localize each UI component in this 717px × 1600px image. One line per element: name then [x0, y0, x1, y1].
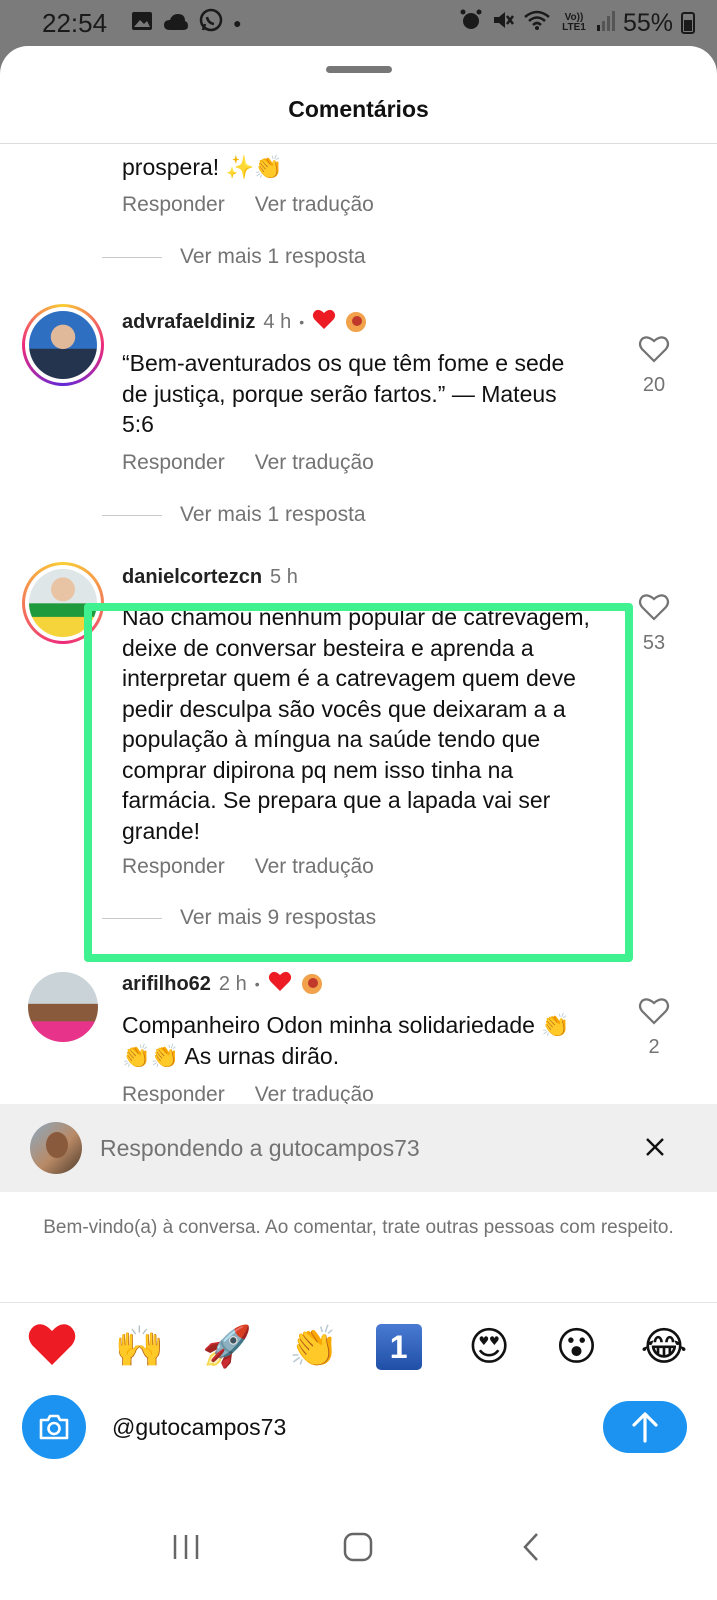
system-nav-bar — [0, 1494, 717, 1600]
battery-percent: 55% — [622, 8, 673, 37]
translate-button[interactable]: Ver tradução — [255, 855, 374, 879]
comment-text: “Bem-aventurados os que têm fome e sede … — [122, 350, 565, 437]
signal-icon — [596, 9, 615, 38]
separator-dot: • — [254, 976, 260, 992]
like-count: 2 — [648, 1036, 660, 1058]
like-count: 20 — [642, 374, 666, 396]
reply-target-avatar — [30, 1122, 82, 1174]
reply-button[interactable]: Responder — [122, 193, 225, 217]
replying-to-bar: Respondendo a gutocampos73 — [0, 1104, 717, 1192]
translate-button[interactable]: Ver tradução — [255, 193, 374, 217]
recent-apps-icon[interactable] — [156, 1517, 216, 1577]
comment-header: danielcortezcn 5 h — [122, 566, 298, 589]
close-icon[interactable] — [645, 1131, 665, 1165]
like-count: 53 — [642, 632, 666, 654]
more-replies-button[interactable]: Ver mais 9 respostas — [102, 906, 376, 930]
home-icon[interactable] — [328, 1517, 388, 1577]
comment-time: 5 h — [270, 566, 298, 588]
network-label: Vo)) LTE1 — [562, 12, 586, 33]
reply-button[interactable]: Responder — [122, 451, 225, 475]
replies-line — [102, 256, 162, 258]
creator-mini-avatar — [299, 972, 324, 996]
comment-header: arifilho62 2 h • — [122, 970, 324, 998]
like-column: 2 — [629, 996, 679, 1059]
like-heart-icon[interactable] — [638, 996, 670, 1026]
emoji-quick-bar: 🙌 🚀 👏 1 😍 😮 😂 — [26, 1321, 690, 1373]
divider — [0, 1302, 717, 1303]
wifi-icon — [523, 9, 551, 38]
comment-actions: Responder Ver tradução — [122, 855, 374, 879]
gallery-icon — [131, 9, 153, 38]
more-replies-label: Ver mais 1 resposta — [180, 503, 366, 526]
comment-composer — [0, 1392, 717, 1462]
comments-list[interactable]: prospera! ✨👏 Responder Ver tradução Ver … — [0, 144, 717, 1156]
comment-text: prospera! ✨👏 — [122, 154, 283, 180]
avatar[interactable] — [22, 562, 104, 644]
drag-handle[interactable] — [326, 66, 392, 73]
like-column: 53 — [629, 592, 679, 655]
emoji-rocket[interactable]: 🚀 — [201, 1321, 253, 1373]
reply-button[interactable]: Responder — [122, 855, 225, 879]
mute-icon — [491, 8, 515, 39]
notification-dot-icon: ● — [233, 15, 242, 31]
emoji-clapping[interactable]: 👏 — [288, 1321, 340, 1373]
comment-text: Companheiro Odon minha solidariedade 👏👏👏… — [122, 1012, 571, 1069]
camera-icon — [39, 1414, 69, 1440]
replying-to-text: Respondendo a gutocampos73 — [100, 1134, 420, 1161]
comment-actions: Responder Ver tradução — [122, 451, 374, 475]
translate-button[interactable]: Ver tradução — [255, 451, 374, 475]
back-icon[interactable] — [501, 1517, 561, 1577]
keycap-one-label: 1 — [375, 1324, 422, 1370]
creator-mini-avatar — [344, 310, 369, 334]
more-replies-label: Ver mais 1 resposta — [180, 245, 366, 268]
status-bar: 22:54 ● Vo)) LTE1 55% — [0, 0, 717, 46]
welcome-message: Bem-vindo(a) à conversa. Ao comentar, tr… — [43, 1217, 674, 1238]
username[interactable]: danielcortezcn — [122, 566, 262, 589]
battery-icon — [681, 12, 695, 34]
arrow-up-icon — [632, 1412, 658, 1443]
like-column: 20 — [629, 334, 679, 397]
separator-dot: • — [299, 314, 305, 330]
username[interactable]: arifilho62 — [122, 973, 211, 996]
emoji-surprised[interactable]: 😮 — [551, 1321, 603, 1373]
avatar[interactable] — [28, 972, 98, 1042]
comments-sheet: Comentários prospera! ✨👏 Responder Ver t… — [0, 46, 717, 1600]
like-heart-icon[interactable] — [638, 592, 670, 622]
comment-input[interactable] — [112, 1413, 552, 1441]
like-heart-icon[interactable] — [638, 334, 670, 364]
comment-time: 2 h — [218, 972, 247, 995]
creator-liked-heart-icon — [312, 308, 336, 336]
emoji-heart-eyes[interactable]: 😍 — [463, 1321, 515, 1373]
username[interactable]: advrafaeldiniz — [122, 311, 255, 334]
cloud-icon — [163, 9, 189, 38]
send-button[interactable] — [603, 1401, 687, 1453]
emoji-raised-hands[interactable]: 🙌 — [113, 1321, 165, 1373]
whatsapp-icon — [199, 8, 223, 39]
replies-line — [102, 917, 162, 919]
more-replies-button[interactable]: Ver mais 1 resposta — [102, 245, 366, 269]
replies-line — [102, 514, 162, 516]
emoji-keycap-one[interactable]: 1 — [375, 1321, 428, 1373]
emoji-laughing[interactable]: 😂 — [638, 1321, 690, 1373]
more-replies-button[interactable]: Ver mais 1 resposta — [102, 503, 366, 527]
sheet-title: Comentários — [288, 96, 429, 122]
alarm-icon — [459, 8, 483, 39]
comment-text: Não chamou nenhum popular de catrevagem,… — [122, 604, 590, 844]
camera-button[interactable] — [22, 1395, 86, 1459]
avatar[interactable] — [22, 304, 104, 386]
comment-actions: Responder Ver tradução — [122, 193, 374, 217]
emoji-heart[interactable] — [26, 1321, 78, 1373]
status-time: 22:54 — [42, 7, 108, 38]
creator-liked-heart-icon — [268, 970, 292, 998]
comment-time: 4 h — [263, 310, 292, 333]
comment-header: advrafaeldiniz 4 h • — [122, 308, 369, 336]
more-replies-label: Ver mais 9 respostas — [180, 906, 377, 929]
